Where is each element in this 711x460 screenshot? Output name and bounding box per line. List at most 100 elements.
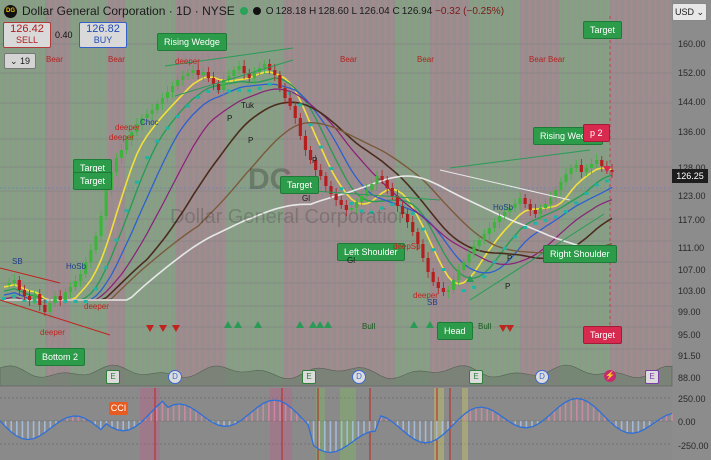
- candle-body: [559, 182, 563, 190]
- candle-body: [186, 73, 190, 76]
- candle-body: [497, 216, 502, 222]
- candle-body: [176, 80, 180, 86]
- candle-body: [196, 70, 200, 75]
- ribbon-dash: [318, 145, 323, 149]
- ribbon-dash: [308, 123, 313, 127]
- ribbon-dash: [2, 297, 6, 300]
- top-tag[interactable]: p 2: [583, 124, 610, 142]
- bottom-tag[interactable]: Bottom 2: [35, 348, 86, 366]
- pivot-label: P: [312, 156, 318, 165]
- candle-body: [252, 72, 256, 78]
- ribbon-dash: [124, 209, 129, 213]
- price-tick: 95.00: [678, 330, 701, 340]
- target-tag[interactable]: Target: [583, 21, 623, 39]
- pivot-label: P: [248, 136, 254, 145]
- buy-button[interactable]: 126.82 BUY: [79, 22, 127, 48]
- symbol-title[interactable]: Dollar General Corporation · 1D · NYSE: [22, 4, 235, 18]
- candle-body: [579, 165, 583, 172]
- ribbon-dash: [523, 226, 528, 229]
- currency-selector[interactable]: USD ⌄: [672, 3, 707, 21]
- candle-body: [171, 86, 175, 92]
- deepsp-label: deepSp: [393, 242, 421, 251]
- candle-body: [569, 168, 573, 174]
- candle-body: [216, 84, 221, 90]
- earnings-event-icon[interactable]: E: [106, 370, 120, 384]
- current-price-label: 126.25: [672, 169, 708, 183]
- candle-body: [114, 158, 119, 172]
- candle-body: [232, 70, 236, 76]
- candle-body: [89, 250, 93, 262]
- tuk-label: Tuk: [241, 101, 255, 110]
- sell-button[interactable]: 126.42 SELL: [3, 22, 51, 48]
- candle-body: [191, 70, 195, 73]
- candle-body: [334, 194, 338, 200]
- candle-body: [150, 110, 154, 114]
- candle-body: [411, 222, 415, 232]
- candle-body: [610, 170, 614, 172]
- hosb-label: HoSb: [66, 262, 87, 271]
- candle-body: [94, 236, 98, 250]
- candle-body: [17, 280, 21, 290]
- dividend-event-icon[interactable]: D: [535, 370, 549, 384]
- ribbon-dash: [155, 139, 160, 143]
- candle-body: [472, 246, 476, 254]
- candle-body: [155, 104, 159, 110]
- ribbon-dash: [564, 210, 569, 214]
- candle-body: [426, 258, 430, 272]
- candle-body: [283, 88, 287, 98]
- candle-body: [43, 305, 47, 312]
- ribbon-dash: [114, 238, 119, 242]
- candle-body: [600, 160, 604, 166]
- ribbon-dash: [431, 248, 436, 252]
- ribbon-dash: [12, 294, 17, 298]
- deeper-label: deeper: [175, 57, 200, 66]
- ribbon-dash: [93, 287, 98, 291]
- price-axis[interactable]: 160.00 152.00 144.00 136.00 128.00 123.0…: [672, 24, 711, 460]
- price-chart[interactable]: [0, 0, 711, 460]
- candle-body: [237, 66, 241, 70]
- target-tag[interactable]: Target: [583, 326, 623, 344]
- candle-body: [303, 136, 308, 150]
- candle-body: [528, 204, 532, 210]
- ribbon-dash: [410, 211, 415, 215]
- ribbon-dash: [502, 246, 507, 250]
- earnings-event-icon[interactable]: E: [645, 370, 659, 384]
- candle-body: [518, 198, 522, 204]
- earnings-event-icon[interactable]: E: [302, 370, 316, 384]
- ribbon-dash: [145, 156, 150, 160]
- head-tag[interactable]: Head: [437, 322, 473, 340]
- lightning-event-icon[interactable]: ⚡: [604, 370, 616, 382]
- candle-body: [584, 168, 589, 172]
- ribbon-dash: [328, 167, 333, 171]
- symbol-legend[interactable]: DG Dollar General Corporation · 1D · NYS…: [4, 3, 504, 19]
- ribbon-dash: [533, 221, 538, 225]
- target-tag[interactable]: Target: [73, 172, 113, 190]
- cci-zone: [316, 388, 325, 460]
- price-tick: 123.00: [678, 191, 706, 201]
- candle-body: [339, 200, 343, 205]
- dividend-event-icon[interactable]: D: [168, 370, 182, 384]
- earnings-event-icon[interactable]: E: [469, 370, 483, 384]
- cci-indicator-label[interactable]: CCI: [109, 402, 128, 415]
- ribbon-dash: [104, 266, 109, 270]
- price-tick: 136.00: [678, 127, 706, 137]
- collapse-indicators-button[interactable]: ⌄ 19: [4, 53, 36, 69]
- candle-body: [324, 176, 328, 186]
- candle-body: [79, 274, 83, 281]
- rising-wedge-tag[interactable]: Rising Wedge: [157, 33, 227, 51]
- candle-body: [319, 170, 323, 176]
- candle-body: [58, 296, 62, 300]
- ribbon-dash: [553, 215, 558, 219]
- ribbon-dash: [73, 300, 78, 303]
- right-shoulder-tag[interactable]: Right Shoulder: [543, 245, 617, 263]
- ribbon-dash: [206, 90, 211, 93]
- choc-label: Choc: [140, 118, 159, 127]
- dividend-event-icon[interactable]: D: [352, 370, 366, 384]
- candle-body: [12, 280, 16, 283]
- ribbon-dash: [185, 104, 190, 108]
- candle-body: [206, 72, 210, 78]
- price-tick: 91.50: [678, 351, 701, 361]
- ribbon-dash: [441, 268, 446, 271]
- candle-body: [385, 180, 389, 188]
- target-tag[interactable]: Target: [280, 176, 320, 194]
